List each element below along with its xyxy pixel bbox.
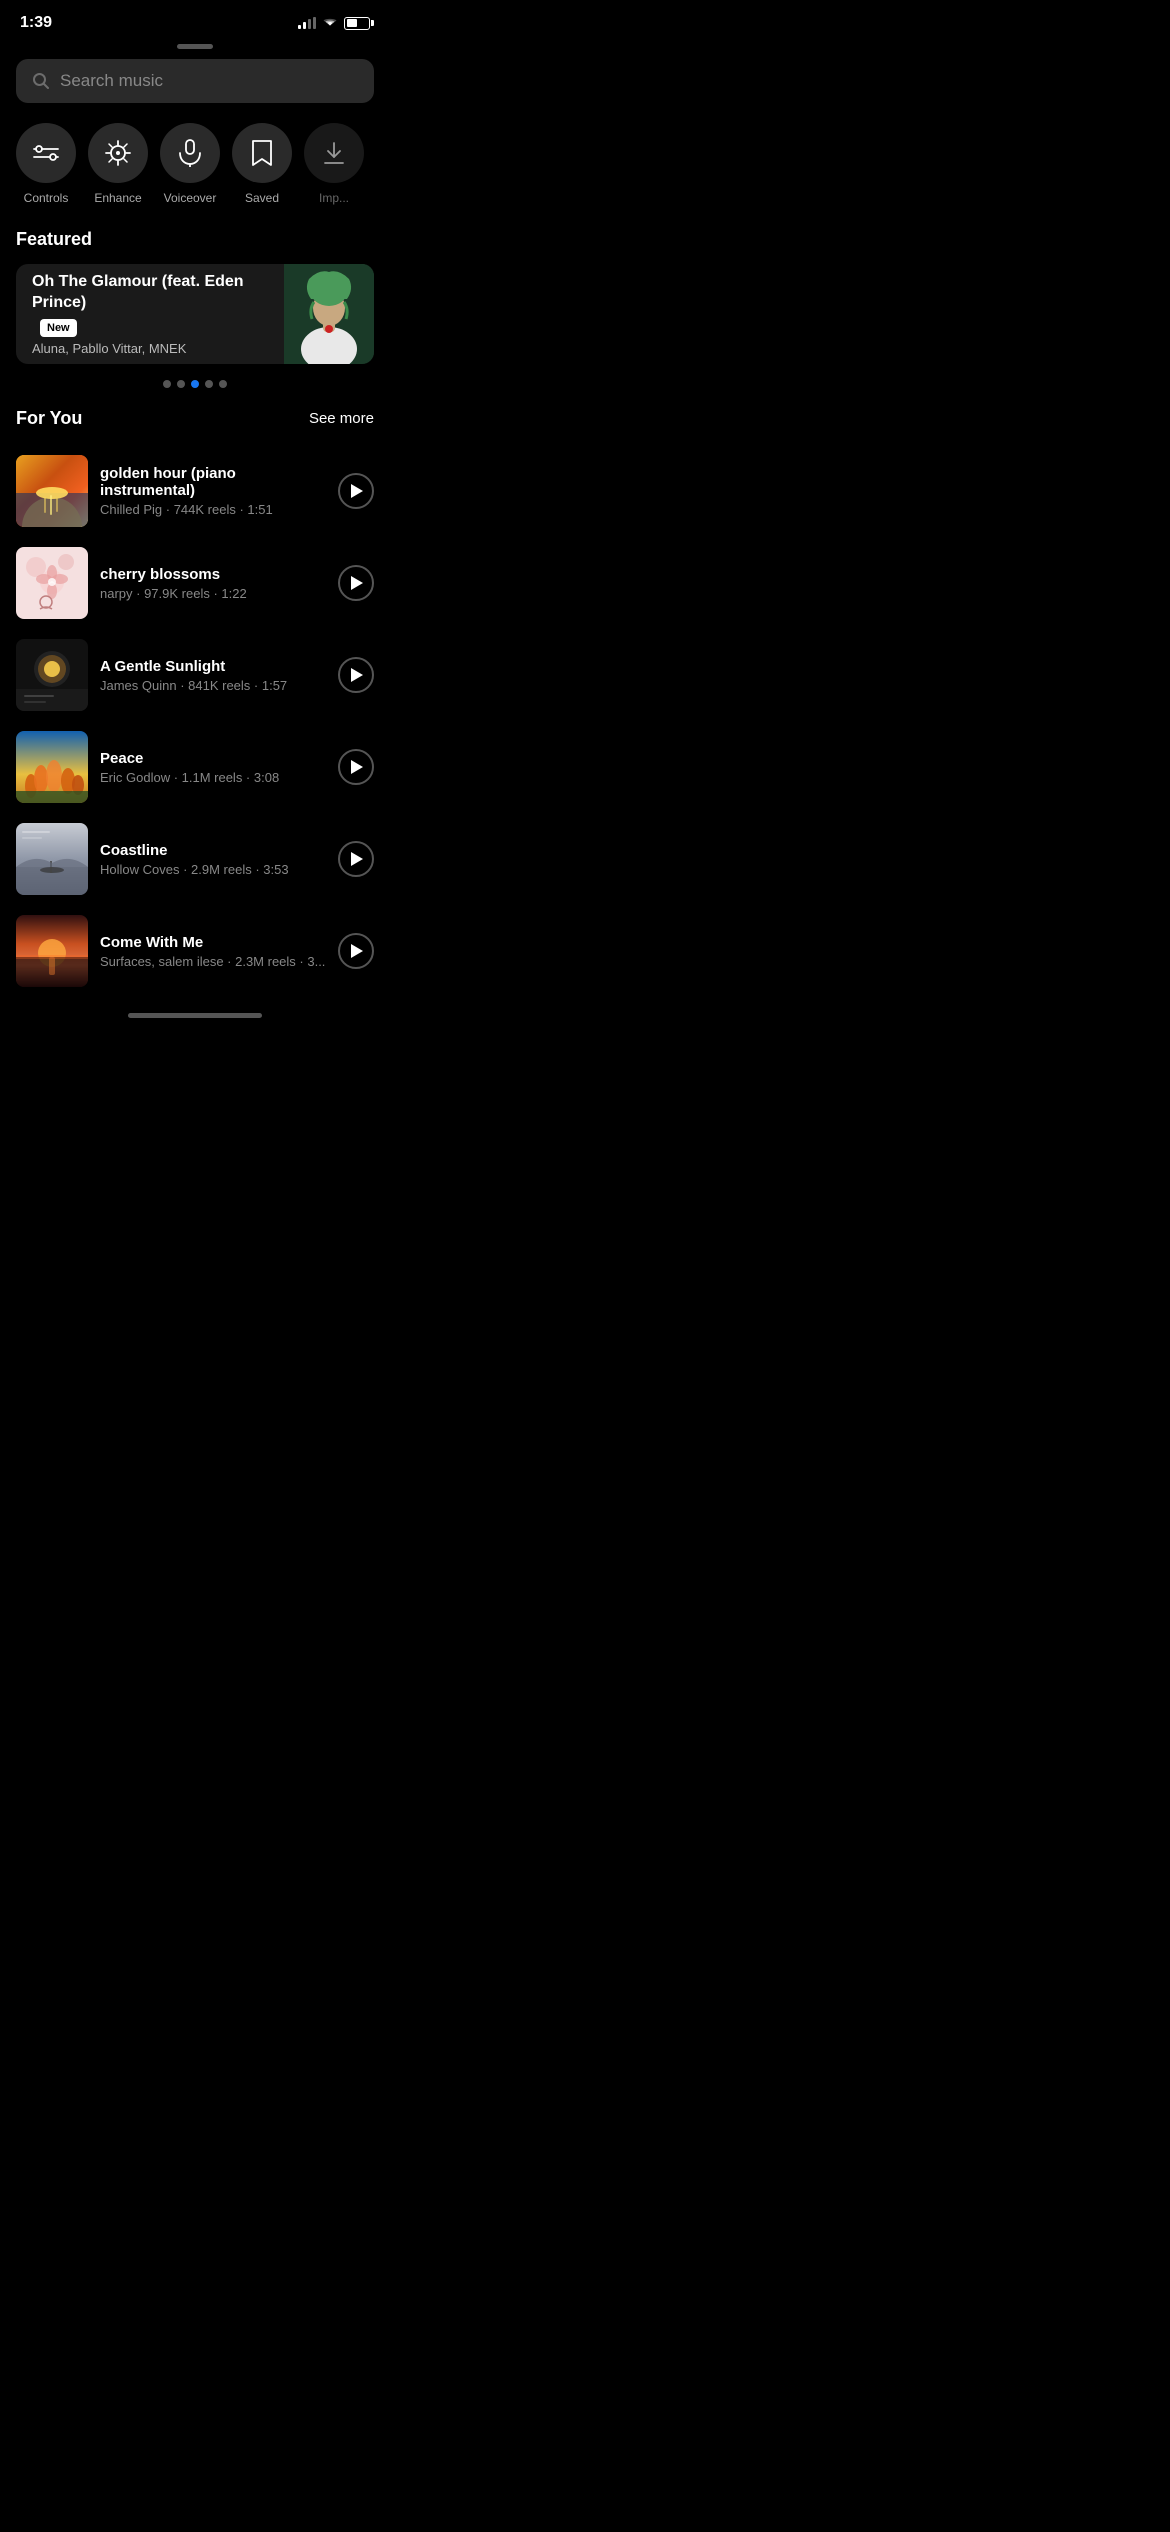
music-item-4[interactable]: Coastline Hollow Coves · 2.9M reels · 3:… (0, 813, 390, 905)
featured-title-label: Featured (0, 229, 390, 264)
filter-voiceover[interactable]: Voiceover (160, 123, 220, 205)
music-meta-4: Hollow Coves · 2.9M reels · 3:53 (100, 862, 326, 877)
dot-2 (177, 380, 185, 388)
filter-enhance[interactable]: Enhance (88, 123, 148, 205)
home-indicator (0, 1005, 390, 1024)
featured-card[interactable]: Oh The Glamour (feat. Eden Prince) New A… (16, 264, 374, 364)
music-title-2: A Gentle Sunlight (100, 658, 326, 675)
play-icon-4 (351, 852, 363, 866)
music-info-5: Come With Me Surfaces, salem ilese · 2.3… (100, 934, 326, 969)
dot-5 (219, 380, 227, 388)
new-badge: New (40, 319, 77, 337)
featured-song-title: Oh The Glamour (feat. Eden Prince) (32, 272, 268, 314)
play-button-3[interactable] (338, 749, 374, 785)
music-info-2: A Gentle Sunlight James Quinn · 841K ree… (100, 658, 326, 693)
music-info-1: cherry blossoms narpy · 97.9K reels · 1:… (100, 566, 326, 601)
featured-dots (0, 380, 390, 408)
music-meta-2: James Quinn · 841K reels · 1:57 (100, 678, 326, 693)
music-meta-3: Eric Godlow · 1.1M reels · 3:08 (100, 770, 326, 785)
play-button-0[interactable] (338, 473, 374, 509)
filter-controls-label: Controls (24, 191, 69, 205)
play-button-1[interactable] (338, 565, 374, 601)
music-info-4: Coastline Hollow Coves · 2.9M reels · 3:… (100, 842, 326, 877)
dot-3-active (191, 380, 199, 388)
music-item-1[interactable]: cherry blossoms narpy · 97.9K reels · 1:… (0, 537, 390, 629)
play-icon-1 (351, 576, 363, 590)
filter-saved-label: Saved (245, 191, 279, 205)
music-title-5: Come With Me (100, 934, 326, 951)
music-title-1: cherry blossoms (100, 566, 326, 583)
music-meta-1: narpy · 97.9K reels · 1:22 (100, 586, 326, 601)
status-bar: 1:39 (0, 0, 390, 40)
album-art-5 (16, 915, 88, 987)
dot-1 (163, 380, 171, 388)
signal-icon (298, 17, 316, 29)
filter-voiceover-label: Voiceover (164, 191, 217, 205)
play-button-4[interactable] (338, 841, 374, 877)
music-title-3: Peace (100, 750, 326, 767)
music-title-0: golden hour (piano instrumental) (100, 465, 326, 499)
status-icons (298, 15, 370, 31)
featured-image (284, 264, 374, 364)
search-placeholder: Search music (60, 71, 163, 91)
search-container: Search music (0, 59, 390, 123)
battery-icon (344, 17, 370, 30)
search-bar[interactable]: Search music (16, 59, 374, 103)
filter-import[interactable]: Imp... (304, 123, 364, 205)
filter-controls[interactable]: Controls (16, 123, 76, 205)
play-icon-2 (351, 668, 363, 682)
dot-4 (205, 380, 213, 388)
music-info-0: golden hour (piano instrumental) Chilled… (100, 465, 326, 517)
play-icon-5 (351, 944, 363, 958)
wifi-icon (322, 15, 338, 31)
see-more-button[interactable]: See more (309, 410, 374, 427)
featured-song-subtitle: Aluna, Pabllo Vittar, MNEK (32, 341, 268, 356)
play-icon-3 (351, 760, 363, 774)
music-title-4: Coastline (100, 842, 326, 859)
filter-row: Controls Enhance (0, 123, 390, 229)
play-button-2[interactable] (338, 657, 374, 693)
for-you-title: For You (16, 408, 82, 429)
album-art-2 (16, 639, 88, 711)
album-art-3 (16, 731, 88, 803)
music-item-3[interactable]: Peace Eric Godlow · 1.1M reels · 3:08 (0, 721, 390, 813)
status-time: 1:39 (20, 14, 52, 32)
music-meta-5: Surfaces, salem ilese · 2.3M reels · 3..… (100, 954, 326, 969)
filter-import-label: Imp... (319, 191, 349, 205)
featured-text: Oh The Glamour (feat. Eden Prince) New A… (16, 264, 284, 364)
album-art-0 (16, 455, 88, 527)
for-you-header: For You See more (0, 408, 390, 445)
filter-enhance-label: Enhance (94, 191, 141, 205)
album-art-1 (16, 547, 88, 619)
music-info-3: Peace Eric Godlow · 1.1M reels · 3:08 (100, 750, 326, 785)
music-item-2[interactable]: A Gentle Sunlight James Quinn · 841K ree… (0, 629, 390, 721)
search-icon (32, 72, 50, 90)
music-meta-0: Chilled Pig · 744K reels · 1:51 (100, 502, 326, 517)
play-icon-0 (351, 484, 363, 498)
music-item-5[interactable]: Come With Me Surfaces, salem ilese · 2.3… (0, 905, 390, 997)
filter-saved[interactable]: Saved (232, 123, 292, 205)
music-item-0[interactable]: golden hour (piano instrumental) Chilled… (0, 445, 390, 537)
handle-bar (0, 40, 390, 59)
play-button-5[interactable] (338, 933, 374, 969)
album-art-4 (16, 823, 88, 895)
